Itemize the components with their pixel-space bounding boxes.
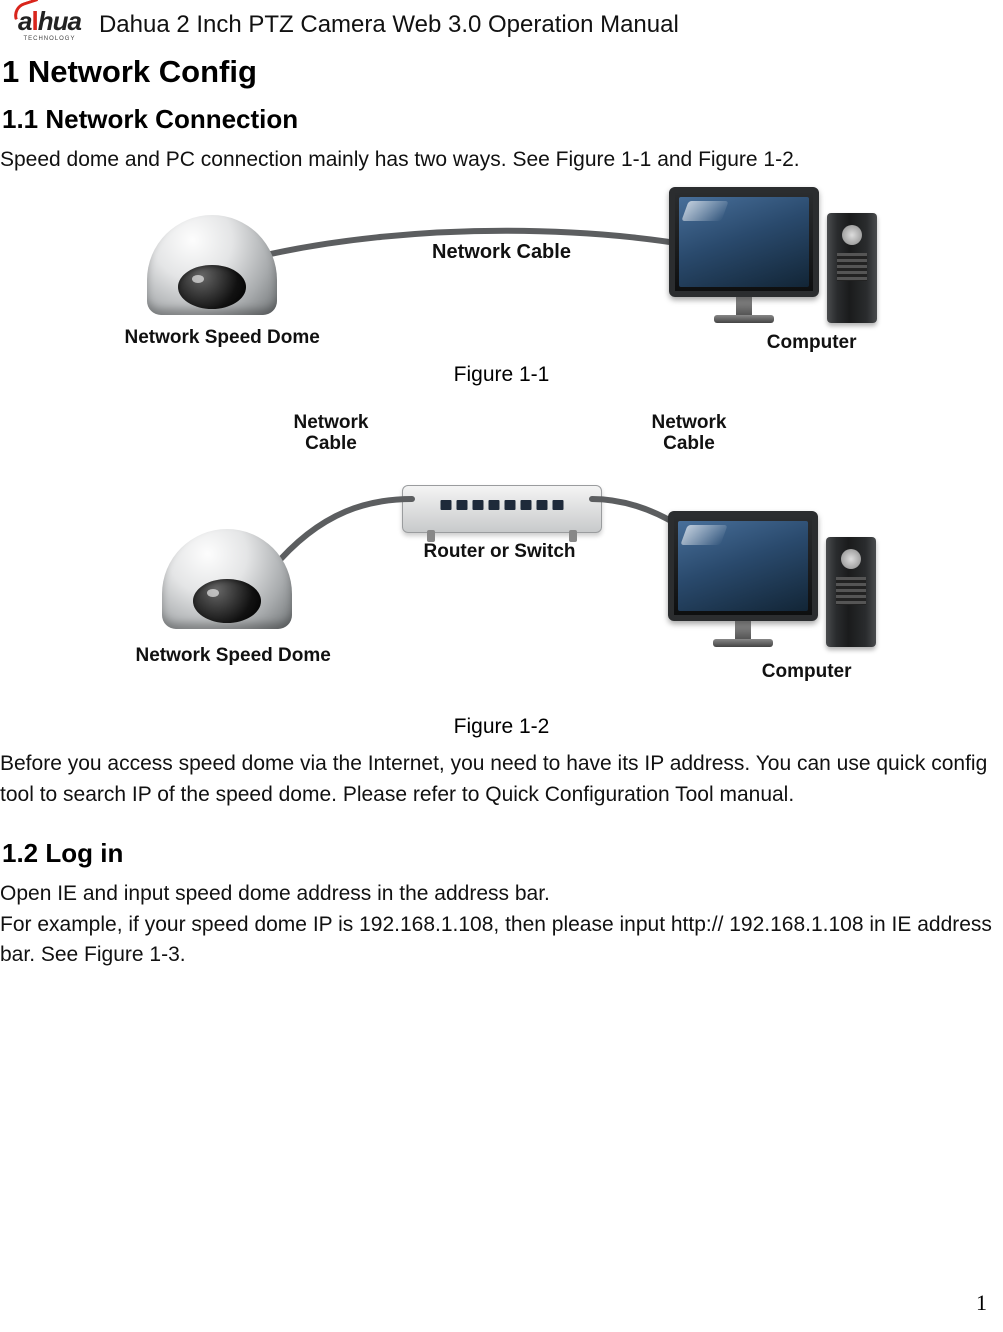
dome-label: Network Speed Dome (125, 327, 320, 349)
subsection-heading-1-1: 1.1 Network Connection (0, 104, 1003, 135)
figure-1-2-caption: Figure 1-2 (454, 715, 550, 739)
paragraph-login: Open IE and input speed dome address in … (0, 879, 1003, 970)
brand-suffix: hua (38, 6, 81, 36)
computer-label: Computer (762, 661, 852, 683)
brand-logo: alhua TECHNOLOGY (18, 8, 81, 42)
cable-right-label: Network Cable (652, 413, 727, 455)
subsection-heading-1-2: 1.2 Log in (0, 838, 1003, 869)
cable-label: Network Cable (432, 241, 571, 263)
doc-header: alhua TECHNOLOGY Dahua 2 Inch PTZ Camera… (0, 0, 1003, 48)
section-heading-1: 1 Network Config (0, 54, 1003, 90)
computer-label: Computer (767, 332, 857, 354)
diagram-router-connection: Router or Switch Network Cable Network C… (122, 399, 882, 709)
figure-1-1: Network Cable Network Speed Dome Compute… (0, 187, 1003, 387)
dome-icon (147, 215, 277, 315)
figure-1-1-caption: Figure 1-1 (454, 363, 550, 387)
page-number: 1 (976, 1290, 987, 1316)
computer-icon (669, 187, 877, 323)
brand-tagline: TECHNOLOGY (23, 36, 75, 42)
diagram-direct-connection: Network Cable Network Speed Dome Compute… (107, 187, 897, 357)
cable-left-label: Network Cable (294, 413, 369, 455)
dome-icon (162, 529, 292, 629)
dome-label: Network Speed Dome (136, 645, 331, 667)
paragraph-connection-intro: Speed dome and PC connection mainly has … (0, 145, 1003, 175)
figure-1-2: Router or Switch Network Cable Network C… (0, 399, 1003, 739)
computer-icon (668, 511, 876, 647)
paragraph-before-access: Before you access speed dome via the Int… (0, 749, 1003, 810)
doc-title: Dahua 2 Inch PTZ Camera Web 3.0 Operatio… (99, 11, 679, 39)
